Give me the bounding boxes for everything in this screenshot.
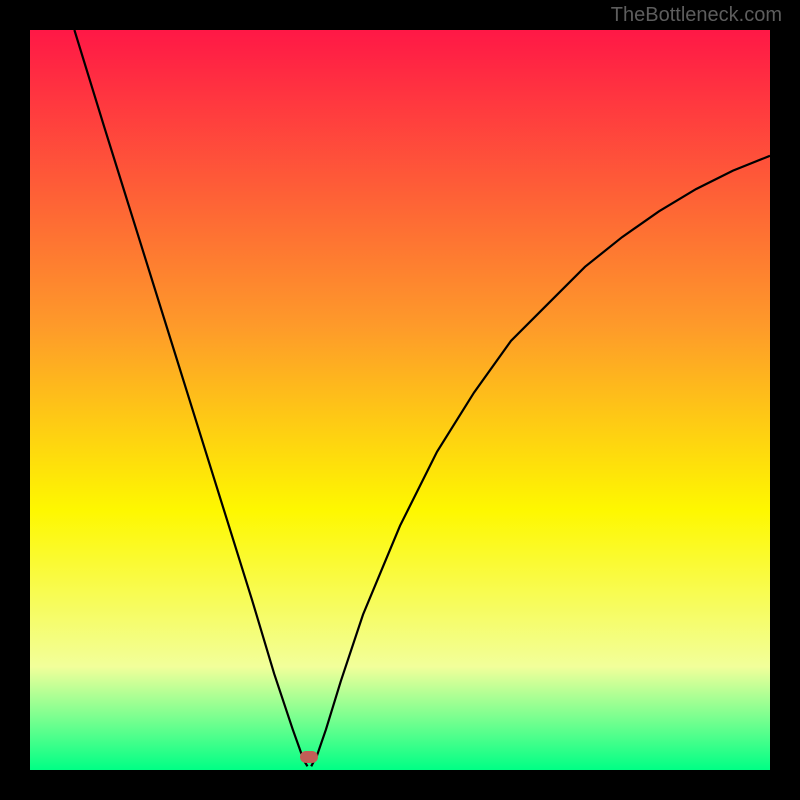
chart-plot-area xyxy=(30,30,770,770)
gradient-background xyxy=(30,30,770,770)
vertex-marker xyxy=(300,751,318,763)
chart-svg xyxy=(30,30,770,770)
watermark-text: TheBottleneck.com xyxy=(611,4,782,27)
